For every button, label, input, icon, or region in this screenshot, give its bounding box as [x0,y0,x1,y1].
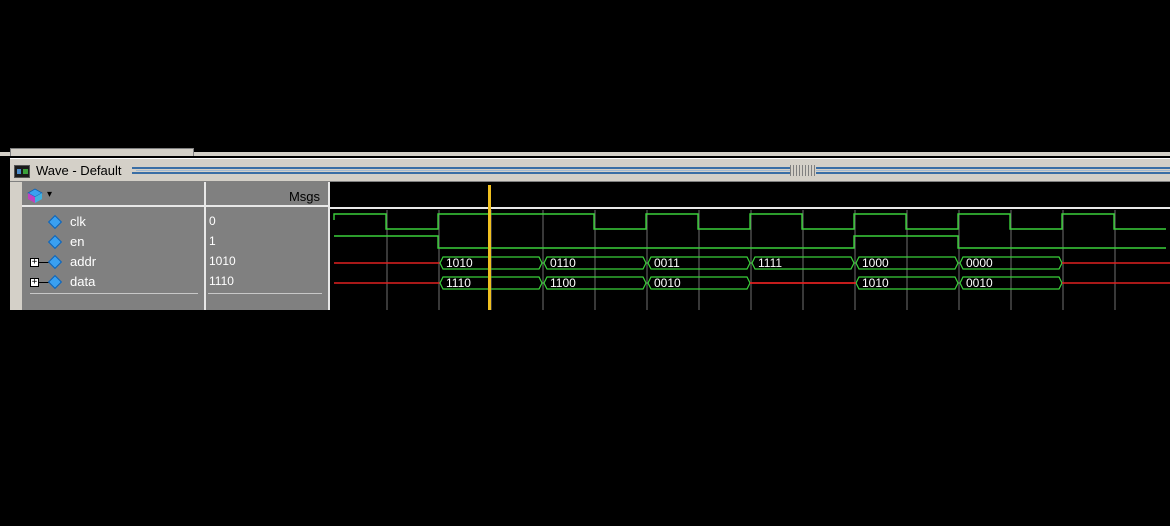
data-value-label: 0010 [654,276,681,290]
signal-row-en[interactable]: en [22,232,204,252]
titlebar-grip-line [136,170,1170,171]
expand-icon[interactable]: + [30,278,39,287]
signal-diamond-icon [47,214,63,230]
signal-diamond-icon [47,274,63,290]
value-underline [208,293,322,294]
wave-window-titlebar[interactable]: Wave - Default [10,158,1170,182]
wave-window-icon [14,165,30,178]
value-row-addr: 1010 [206,252,328,272]
addr-value-label: 0000 [966,256,993,270]
signal-value: 1010 [209,254,236,268]
chevron-down-icon[interactable]: ▾ [47,189,52,200]
signal-list-menu-icon[interactable] [26,188,44,204]
signal-value: 1110 [209,274,234,288]
en-wave [334,235,1166,249]
side-strip [10,182,22,310]
addr-value-label: 1000 [862,256,889,270]
signal-name: en [70,234,85,249]
signal-row-data[interactable]: + data [22,272,204,292]
row-underline [30,293,198,294]
signal-name: addr [70,254,97,269]
expand-icon[interactable]: + [30,258,39,267]
waveform-display[interactable]: 1010 0110 0011 1111 1000 0000 1110 1100 0010 1010… [330,185,1170,310]
addr-value-label: 1111 [758,256,782,270]
data-value-label: 1110 [446,276,471,290]
data-value-label: 1010 [862,276,889,290]
value-row-data: 1110 [206,272,328,292]
data-value-label: 0010 [966,276,993,290]
value-row-en: 1 [206,232,328,252]
signal-diamond-icon [47,254,63,270]
value-row-clk: 0 [206,212,328,232]
dock-handle[interactable] [790,165,816,176]
window-tab[interactable] [10,148,194,156]
names-header: ▾ [22,185,204,207]
time-cursor [488,185,491,310]
signal-value: 1 [209,234,216,248]
addr-value-label: 1010 [446,256,473,270]
data-value-label: 1100 [550,276,576,290]
signal-diamond-icon [47,234,63,250]
clk-wave [333,213,1166,230]
addr-value-label: 0011 [654,256,680,270]
signal-row-clk[interactable]: clk [22,212,204,232]
signal-value: 0 [209,214,216,228]
values-header: Msgs [206,185,328,207]
signal-name: clk [70,214,86,229]
signal-name: data [70,274,96,289]
msgs-label: Msgs [288,189,320,204]
window-title: Wave - Default [36,163,126,178]
signal-row-addr[interactable]: + addr [22,252,204,272]
addr-value-label: 0110 [550,256,576,270]
